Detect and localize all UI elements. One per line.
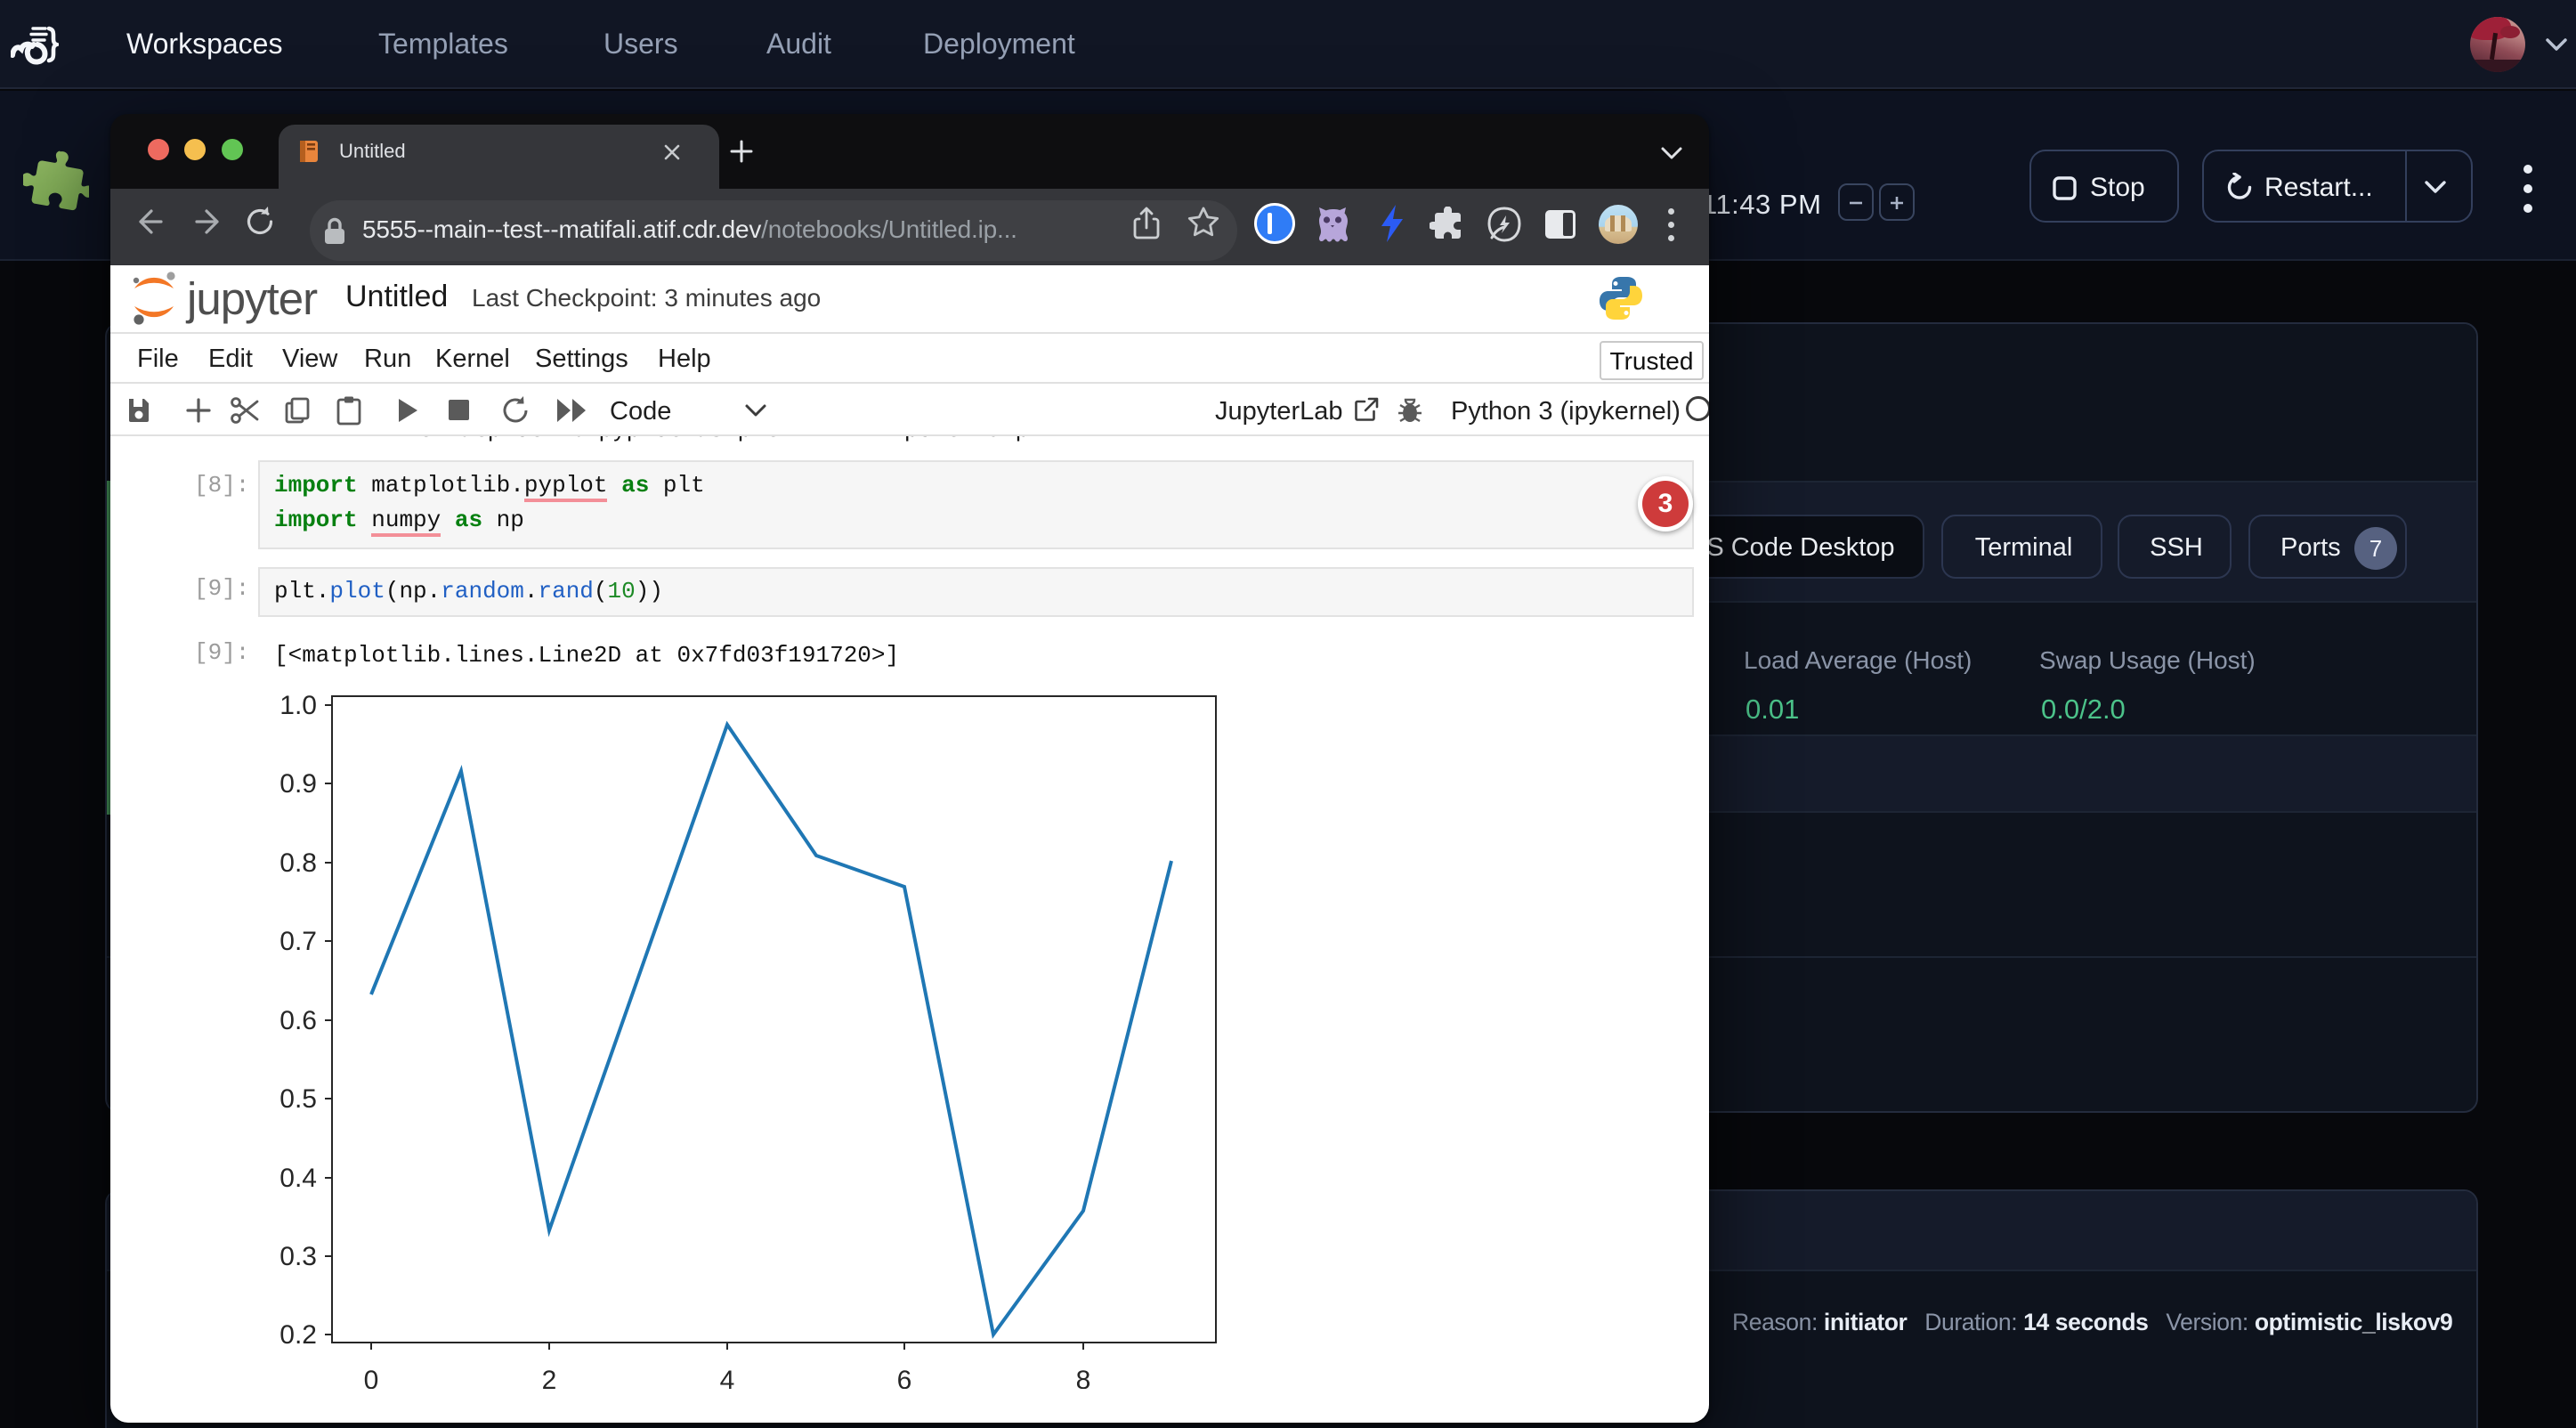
svg-text:6: 6	[897, 1366, 912, 1389]
svg-text:0.7: 0.7	[279, 927, 317, 956]
svg-text:4: 4	[720, 1366, 735, 1389]
svg-text:0.8: 0.8	[279, 848, 317, 878]
svg-text:0.2: 0.2	[279, 1320, 317, 1350]
svg-text:0.5: 0.5	[279, 1084, 317, 1114]
svg-text:2: 2	[542, 1366, 557, 1389]
svg-text:0.9: 0.9	[279, 769, 317, 799]
svg-text:0: 0	[364, 1366, 379, 1389]
svg-text:0.6: 0.6	[279, 1006, 317, 1035]
svg-text:0.3: 0.3	[279, 1242, 317, 1271]
svg-text:0.4: 0.4	[279, 1164, 317, 1193]
svg-text:8: 8	[1076, 1366, 1091, 1389]
svg-text:1.0: 1.0	[279, 691, 317, 720]
